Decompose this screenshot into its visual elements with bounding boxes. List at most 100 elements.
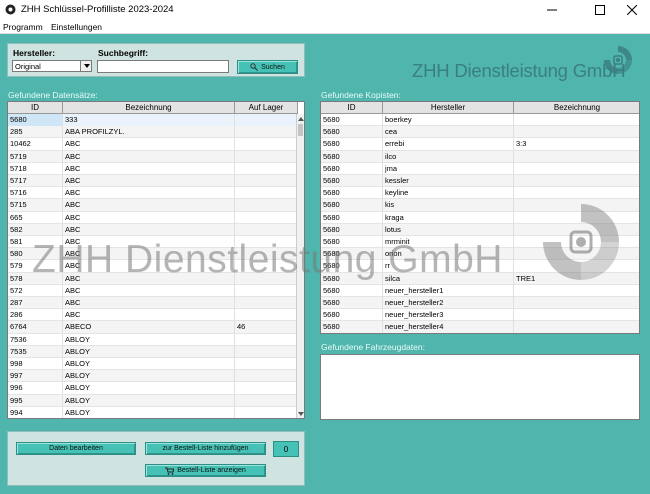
records-table-header: ID Bezeichnung Auf Lager — [8, 102, 298, 114]
column-header-auf-lager[interactable]: Auf Lager — [235, 102, 298, 114]
menu-einstellungen[interactable]: Einstellungen — [51, 22, 102, 32]
table-cell: orion — [383, 248, 514, 261]
table-cell — [514, 297, 639, 309]
table-cell — [514, 163, 639, 175]
search-button[interactable]: Suchen — [237, 60, 298, 74]
table-row[interactable]: 5680 kraga — [321, 211, 639, 224]
scroll-down-icon[interactable] — [298, 412, 304, 416]
column-header-id[interactable]: ID — [321, 102, 383, 114]
table-row[interactable]: 5718 ABC — [8, 162, 298, 175]
table-row[interactable]: 581 ABC — [8, 236, 298, 249]
table-row[interactable]: 665 ABC — [8, 211, 298, 224]
table-cell: 286 — [8, 309, 63, 322]
table-row[interactable]: 579 ABC — [8, 260, 298, 273]
table-cell — [514, 187, 639, 199]
table-cell: kis — [383, 199, 514, 212]
table-cell: ABC — [63, 199, 235, 212]
table-row[interactable]: 5717 ABC — [8, 175, 298, 188]
records-scrollbar[interactable] — [296, 114, 304, 418]
action-panel: Daten bearbeiten zur Bestell-Liste hinzu… — [7, 431, 305, 486]
chevron-down-icon[interactable] — [80, 61, 91, 71]
table-row[interactable]: 5680 kis — [321, 199, 639, 212]
scroll-thumb[interactable] — [298, 124, 303, 136]
table-row[interactable]: 5680 neuer_hersteller3 — [321, 309, 639, 322]
table-cell: 580 — [8, 248, 63, 261]
table-row[interactable]: 5680 neuer_hersteller1 — [321, 284, 639, 297]
table-cell: ABLOY — [63, 333, 235, 346]
table-row[interactable]: 7535 ABLOY — [8, 345, 298, 358]
table-row[interactable]: 5680 mrminit — [321, 236, 639, 249]
table-cell — [514, 199, 639, 211]
close-button[interactable] — [612, 0, 650, 20]
table-row[interactable]: 5680 orion — [321, 248, 639, 261]
table-row[interactable]: 5716 ABC — [8, 187, 298, 200]
vehicle-section-label: Gefundene Fahrzeugdaten: — [321, 342, 425, 352]
table-row[interactable]: 5680 boerkey — [321, 114, 639, 127]
table-row[interactable]: 5719 ABC — [8, 150, 298, 163]
table-row[interactable]: 572 ABC — [8, 284, 298, 297]
table-cell: 5719 — [8, 150, 63, 163]
table-row[interactable]: 998 ABLOY — [8, 358, 298, 371]
table-row[interactable]: 5680 lotus — [321, 223, 639, 236]
add-to-order-list-button[interactable]: zur Bestell-Liste hinzufügen — [145, 442, 266, 455]
table-row[interactable]: 996 ABLOY — [8, 382, 298, 395]
table-cell: 5680 — [321, 248, 383, 261]
table-row[interactable]: 5680 errebi 3:3 — [321, 138, 639, 151]
table-cell: ABC — [63, 187, 235, 200]
scroll-up-icon[interactable] — [298, 117, 304, 121]
table-row[interactable]: 5680 keyline — [321, 187, 639, 200]
table-row[interactable]: 285 ABA PROFILZYL. — [8, 126, 298, 139]
column-header-id[interactable]: ID — [8, 102, 63, 114]
table-row[interactable]: 7536 ABLOY — [8, 333, 298, 346]
table-cell: 5715 — [8, 199, 63, 212]
table-row[interactable]: 5715 ABC — [8, 199, 298, 212]
table-row[interactable]: 5680 neuer_hersteller2 — [321, 297, 639, 310]
table-cell: 582 — [8, 223, 63, 236]
table-cell: 5680 — [8, 114, 63, 126]
table-cell: ABC — [63, 272, 235, 285]
table-row[interactable]: 994 ABLOY — [8, 406, 298, 418]
search-input[interactable] — [97, 60, 229, 73]
table-cell: 5680 — [321, 321, 383, 333]
table-row[interactable]: 287 ABC — [8, 297, 298, 310]
table-row[interactable]: 6764 ABECO 46 — [8, 321, 298, 334]
vehicle-data-area[interactable] — [320, 354, 640, 420]
company-logo-text: ZHH Dienstleistung GmbH — [412, 60, 626, 81]
column-header-bezeichnung[interactable]: Bezeichnung — [63, 102, 235, 114]
column-header-hersteller[interactable]: Hersteller — [383, 102, 514, 114]
table-row[interactable]: 10462 ABC — [8, 138, 298, 151]
table-cell: 5680 — [321, 175, 383, 187]
table-cell: 5680 — [321, 211, 383, 224]
hersteller-select[interactable]: Original — [12, 60, 92, 72]
table-row[interactable]: 5680 kessler — [321, 175, 639, 188]
table-row[interactable]: 5680 ilco — [321, 150, 639, 163]
table-row[interactable]: 5680 silca TRE1 — [321, 272, 639, 285]
table-row[interactable]: 5680 jma — [321, 162, 639, 175]
table-cell: ABC — [63, 175, 235, 187]
table-cell: 572 — [8, 284, 63, 297]
table-cell: silca — [383, 272, 514, 285]
table-row[interactable]: 5680 cea — [321, 126, 639, 139]
table-row[interactable]: 5680 333 — [8, 114, 298, 127]
edit-data-button[interactable]: Daten bearbeiten — [16, 442, 136, 455]
table-cell: ABLOY — [63, 406, 235, 418]
records-table: ID Bezeichnung Auf Lager 5680 333 285 ABA P… — [7, 101, 305, 419]
table-cell: ABC — [63, 236, 235, 248]
show-order-list-button[interactable]: Bestell-Liste anzeigen — [145, 464, 266, 477]
table-row[interactable]: 578 ABC — [8, 272, 298, 285]
table-cell — [235, 138, 298, 151]
table-cell — [235, 114, 298, 126]
table-row[interactable]: 580 ABC — [8, 248, 298, 261]
table-row[interactable]: 995 ABLOY — [8, 394, 298, 407]
column-header-bezeichnung[interactable]: Bezeichnung — [514, 102, 639, 114]
table-row[interactable]: 5680 rr — [321, 260, 639, 273]
table-cell — [514, 224, 639, 236]
menu-programm[interactable]: Programm — [3, 22, 43, 32]
table-cell: TRE1 — [514, 273, 639, 285]
table-row[interactable]: 582 ABC — [8, 223, 298, 236]
table-row[interactable]: 5680 neuer_hersteller4 — [321, 321, 639, 333]
minimize-button[interactable] — [532, 0, 572, 20]
table-row[interactable]: 286 ABC — [8, 309, 298, 322]
table-cell: neuer_hersteller3 — [383, 309, 514, 322]
table-row[interactable]: 997 ABLOY — [8, 370, 298, 383]
